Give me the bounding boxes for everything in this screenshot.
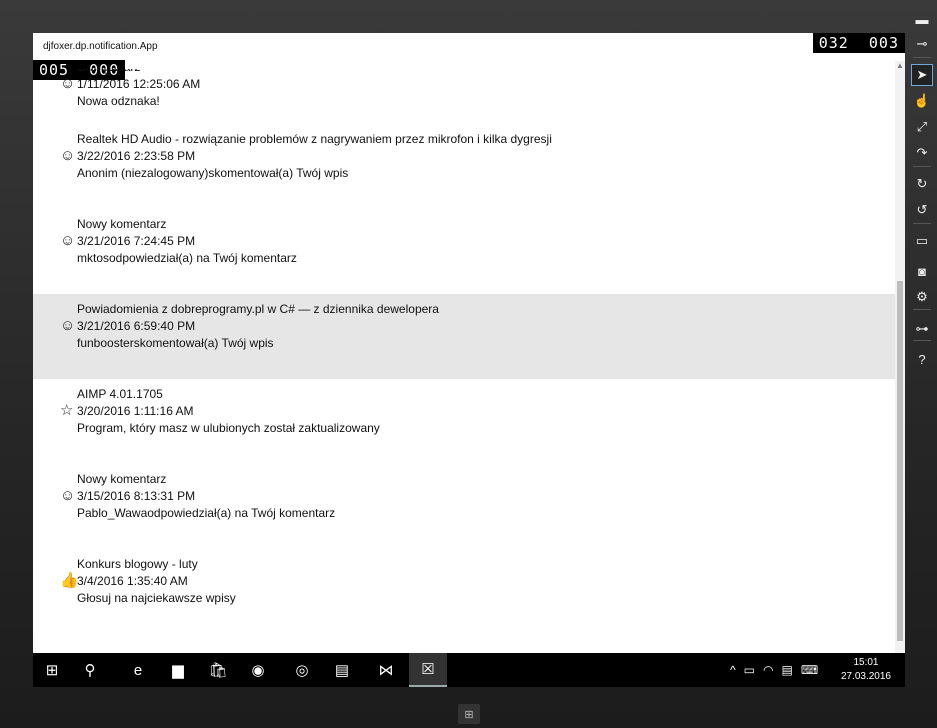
- toolbar-separator: [913, 340, 931, 341]
- keyboard-icon[interactable]: ⌨: [801, 663, 818, 677]
- wifi-icon[interactable]: ◠: [763, 663, 773, 677]
- notification-date: 3/20/2016 1:11:16 AM: [77, 404, 194, 418]
- notification-text: Program, który masz w ulubionych został …: [77, 421, 380, 435]
- visual-studio-icon[interactable]: ⋈: [367, 653, 405, 687]
- notification-date: 1/11/2016 12:25:06 AM: [77, 77, 201, 91]
- app-window: djfoxer.dp.notification.App 032 003 005 …: [33, 33, 905, 687]
- notification-title: Nowy komentarz: [77, 472, 167, 486]
- notification-item[interactable]: Nowy komentarz 3/21/2016 7:24:45 PM mktoso…: [33, 209, 895, 294]
- system-tray[interactable]: ^ ▭ ◠ ▤ ⌨: [730, 653, 818, 687]
- smiley-icon: ☺: [60, 75, 76, 92]
- notification-title: Realtek HD Audio - rozwiązanie problemów…: [77, 132, 552, 146]
- notification-app-icon[interactable]: ☒: [409, 653, 447, 687]
- rotate-gesture-icon[interactable]: ↷: [911, 142, 933, 164]
- minimize-icon[interactable]: ▬: [911, 8, 933, 30]
- action-center-icon[interactable]: ▤: [781, 663, 792, 677]
- pin-icon[interactable]: ⊸: [911, 33, 933, 55]
- windows-home-button[interactable]: ⊞: [458, 704, 480, 724]
- pointer-icon[interactable]: ➤: [911, 64, 933, 86]
- toolbar-separator: [913, 57, 931, 58]
- smiley-icon: ☺: [60, 147, 76, 164]
- notification-title: Powiadomienia z dobreprogramy.pl w C# — …: [77, 302, 439, 316]
- toolbar-separator: [913, 223, 931, 224]
- notification-title: Nowy komentarz: [77, 217, 167, 231]
- store-icon[interactable]: 🛍: [199, 653, 237, 687]
- notification-text: Anonim (niezalogowany)skomentował(a) Twó…: [77, 166, 349, 180]
- notification-date: 3/21/2016 7:24:45 PM: [77, 234, 196, 248]
- simulator-toolbar: ▬ ⊸ ➤ ☝ ⤢ ↷ ↻ ↺ ▭ ◙ ⚙ ⊶?: [905, 0, 937, 728]
- settings-icon[interactable]: ⚙: [911, 286, 933, 308]
- chrome-icon[interactable]: ◎: [283, 653, 321, 687]
- app-title: djfoxer.dp.notification.App: [43, 41, 158, 52]
- edge-icon[interactable]: e: [119, 653, 157, 687]
- notification-date: 3/15/2016 8:13:31 PM: [77, 489, 196, 503]
- camera-icon[interactable]: ◙: [911, 260, 933, 282]
- clock-date: 27.03.2016: [840, 671, 891, 682]
- toolbar-separator: [913, 309, 931, 310]
- toolbar-separator: [913, 166, 931, 167]
- notification-title: Konkurs blogowy - luty: [77, 557, 198, 571]
- clock-time: 15:01: [853, 657, 879, 668]
- notification-text: mktosodpowiedział(a) na Twój komentarz: [77, 251, 297, 265]
- notification-date: 3/21/2016 6:59:40 PM: [77, 319, 196, 333]
- notification-item[interactable]: Konkurs blogowy - luty 3/4/2016 1:35:40 A…: [33, 549, 895, 634]
- smiley-icon: ☺: [60, 232, 76, 249]
- notification-date: 3/4/2016 1:35:40 AM: [77, 574, 188, 588]
- start-button[interactable]: ⊞: [33, 653, 71, 687]
- scroll-up-icon[interactable]: ▲: [896, 61, 904, 70]
- network-app-icon[interactable]: ◉: [239, 653, 277, 687]
- network-icon[interactable]: ⊶: [911, 318, 933, 340]
- thumbs-up-icon: 👍: [60, 572, 79, 589]
- scroll-thumb[interactable]: [897, 281, 903, 641]
- smiley-icon: ☺: [60, 487, 76, 504]
- notification-item[interactable]: Gawędziarz 1/11/2016 12:25:06 AM Nowa odzn…: [33, 69, 895, 124]
- pinch-icon[interactable]: ⤢: [911, 116, 933, 138]
- notification-item[interactable]: AIMP 4.01.1705 3/20/2016 1:11:16 AM Progra…: [33, 379, 895, 464]
- frame-counter-right: 032 003: [812, 33, 905, 53]
- notification-item[interactable]: Powiadomienia z dobreprogramy.pl w C# — …: [33, 294, 895, 379]
- rotate-ccw-icon[interactable]: ↺: [911, 199, 933, 221]
- notification-list[interactable]: Gawędziarz 1/11/2016 12:25:06 AM Nowa odzn…: [33, 69, 895, 653]
- vertical-scrollbar[interactable]: ▲: [895, 61, 905, 653]
- notification-item[interactable]: Realtek HD Audio - rozwiązanie problemów…: [33, 124, 895, 209]
- notification-title: Gawędziarz: [77, 69, 140, 74]
- notepad-icon[interactable]: ▤: [323, 653, 361, 687]
- notification-text: Głosuj na najciekawsze wpisy: [77, 591, 236, 605]
- hand-icon[interactable]: ☝: [911, 90, 933, 112]
- star-icon: ☆: [60, 402, 74, 419]
- notification-title: AIMP 4.01.1705: [77, 387, 163, 401]
- chevron-up-icon[interactable]: ^: [730, 663, 736, 677]
- notification-text: funboosterskomentował(a) Twój wpis: [77, 336, 274, 350]
- battery-icon[interactable]: ▭: [744, 663, 755, 677]
- file-explorer-icon[interactable]: ▆: [159, 653, 197, 687]
- notification-text: Pablo_Wawaodpowiedział(a) na Twój koment…: [77, 506, 336, 520]
- search-button[interactable]: ⚲: [71, 653, 109, 687]
- monitor-icon[interactable]: ▭: [911, 230, 933, 252]
- notification-date: 3/22/2016 2:23:58 PM: [77, 149, 196, 163]
- rotate-cw-icon[interactable]: ↻: [911, 173, 933, 195]
- smiley-icon: ☺: [60, 317, 76, 334]
- taskbar-clock[interactable]: 15:01 27.03.2016: [841, 656, 891, 684]
- help-icon[interactable]: ?: [911, 348, 933, 370]
- taskbar: ^ ▭ ◠ ▤ ⌨ 15:01 27.03.2016 ⊞ ⚲ e ▆ 🛍 ◉ ◎ ▤ ⋈ ☒: [33, 653, 905, 687]
- notification-item[interactable]: Nowy komentarz 3/15/2016 8:13:31 PM Pablo_…: [33, 464, 895, 549]
- notification-text: Nowa odznaka!: [77, 94, 160, 108]
